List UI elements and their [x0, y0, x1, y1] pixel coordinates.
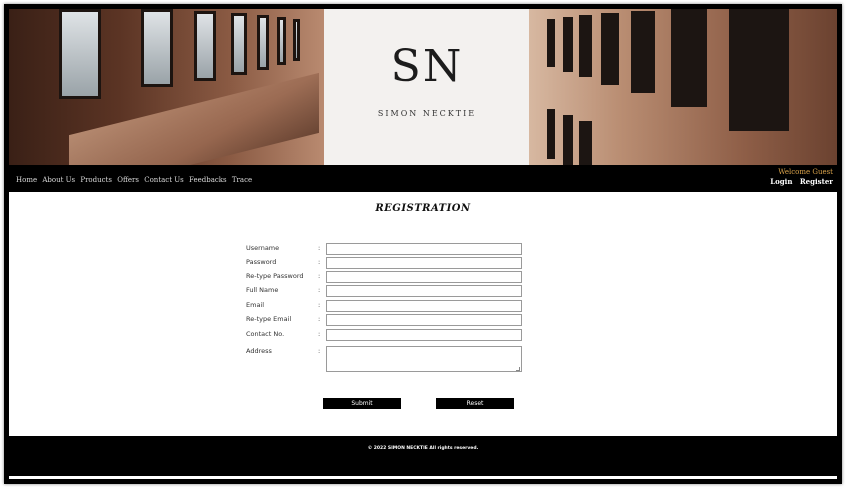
- resize-grip-icon[interactable]: [516, 367, 520, 371]
- banner-building-right: [529, 9, 837, 165]
- banner-building-left: [9, 9, 324, 165]
- nav-links: Home About Us Products Offers Contact Us…: [16, 176, 255, 184]
- colon-separator: :: [318, 244, 321, 252]
- retype-email-label: Re-type Email: [246, 315, 292, 323]
- colon-separator: :: [318, 330, 321, 338]
- username-input[interactable]: [326, 243, 522, 255]
- address-label: Address: [246, 347, 272, 355]
- page-frame: SN SIMON NECKTIE Home About Us Products …: [4, 4, 842, 484]
- retype-password-input[interactable]: [326, 271, 522, 283]
- submit-button[interactable]: Submit: [323, 398, 401, 409]
- address-textarea[interactable]: [326, 346, 522, 372]
- page-footer: © 2022 SIMON NECKTIE All rights reserved…: [9, 436, 837, 476]
- password-label: Password: [246, 258, 277, 266]
- full-name-label: Full Name: [246, 286, 279, 294]
- email-input[interactable]: [326, 300, 522, 312]
- nav-contact-us[interactable]: Contact Us: [144, 176, 184, 184]
- brand-logo-area: SN SIMON NECKTIE: [325, 9, 529, 165]
- login-link[interactable]: Login: [770, 177, 792, 186]
- retype-email-input[interactable]: [326, 314, 522, 326]
- register-link[interactable]: Register: [800, 177, 833, 186]
- header-banner: SN SIMON NECKTIE: [9, 9, 837, 165]
- welcome-message: Welcome Guest: [778, 168, 833, 176]
- top-navigation: Home About Us Products Offers Contact Us…: [9, 165, 837, 192]
- colon-separator: :: [318, 347, 321, 355]
- colon-separator: :: [318, 301, 321, 309]
- page-title: REGISTRATION: [375, 203, 471, 214]
- reset-button[interactable]: Reset: [436, 398, 514, 409]
- colon-separator: :: [318, 286, 321, 294]
- nav-trace[interactable]: Trace: [232, 176, 252, 184]
- brand-tagline: SIMON NECKTIE: [377, 109, 477, 118]
- auth-links: Login Register: [765, 177, 833, 186]
- nav-feedbacks[interactable]: Feedbacks: [189, 176, 227, 184]
- contact-no-input[interactable]: [326, 329, 522, 341]
- colon-separator: :: [318, 272, 321, 280]
- colon-separator: :: [318, 315, 321, 323]
- username-label: Username: [246, 244, 280, 252]
- colon-separator: :: [318, 258, 321, 266]
- nav-about-us[interactable]: About Us: [42, 176, 75, 184]
- brand-logo: SN: [390, 41, 464, 92]
- nav-products[interactable]: Products: [80, 176, 112, 184]
- password-input[interactable]: [326, 257, 522, 269]
- copyright-text: © 2022 SIMON NECKTIE All rights reserved…: [367, 446, 479, 451]
- full-name-input[interactable]: [326, 285, 522, 297]
- contact-no-label: Contact No.: [246, 330, 285, 338]
- email-label: Email: [246, 301, 265, 309]
- nav-offers[interactable]: Offers: [117, 176, 139, 184]
- nav-home[interactable]: Home: [16, 176, 37, 184]
- retype-password-label: Re-type Password: [246, 272, 304, 280]
